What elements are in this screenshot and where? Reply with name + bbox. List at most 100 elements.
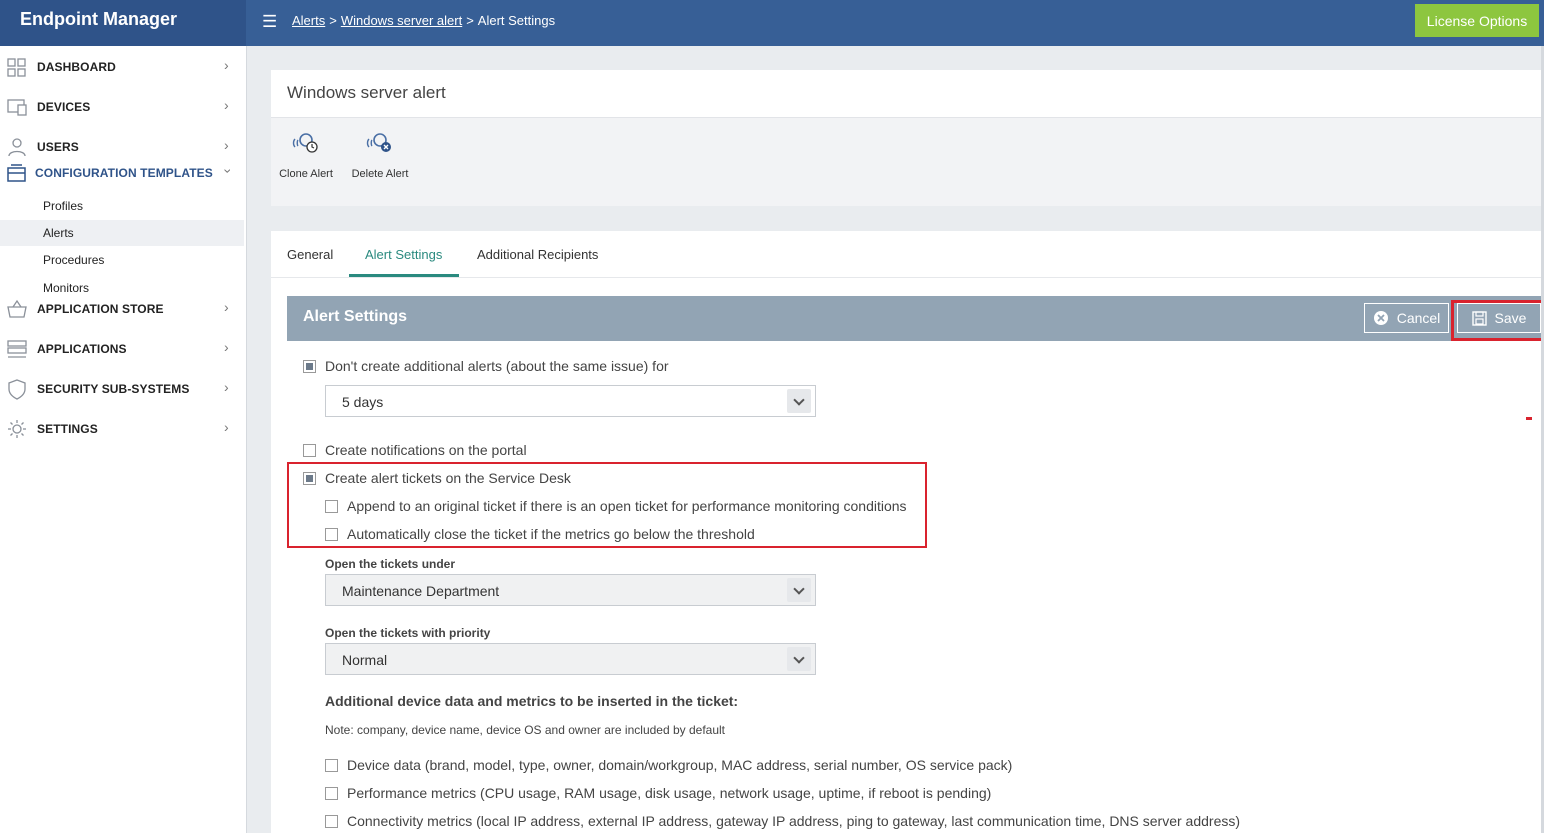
cancel-button[interactable]: Cancel bbox=[1364, 303, 1449, 333]
chevron-down-icon: › bbox=[220, 168, 237, 174]
additional-data-heading: Additional device data and metrics to be… bbox=[325, 693, 739, 709]
app-title: Endpoint Manager bbox=[0, 0, 246, 46]
sidebar-item-label: DEVICES bbox=[37, 100, 91, 114]
append-ticket-label: Append to an original ticket if there is… bbox=[347, 498, 907, 514]
clone-alert-icon bbox=[292, 133, 318, 153]
red-mark-annotation bbox=[1526, 417, 1532, 420]
breadcrumb: Alerts > Windows server alert > Alert Settin… bbox=[292, 13, 555, 28]
chevron-down-icon bbox=[787, 647, 811, 671]
service-desk-tickets-checkbox[interactable] bbox=[303, 472, 316, 485]
sidebar-item-label: APPLICATIONS bbox=[37, 342, 127, 356]
additional-data-note: Note: company, device name, device OS an… bbox=[325, 723, 726, 737]
tickets-priority-label: Open the tickets with priority bbox=[325, 626, 491, 640]
no-additional-alerts-label: Don't create additional alerts (about th… bbox=[325, 358, 669, 374]
sidebar-item-configuration-templates[interactable]: CONFIGURATION TEMPLATES › bbox=[0, 160, 246, 186]
service-desk-tickets-checkbox-row[interactable]: Create alert tickets on the Service Desk bbox=[303, 470, 603, 490]
delete-alert-button[interactable]: Delete Alert bbox=[350, 130, 410, 180]
no-additional-alerts-checkbox[interactable] bbox=[303, 360, 316, 373]
chevron-right-icon: › bbox=[224, 379, 229, 395]
sidebar-subitem-label: Profiles bbox=[43, 199, 84, 213]
connectivity-metrics-label: Connectivity metrics (local IP address, … bbox=[347, 813, 1241, 829]
alert-header-card: Windows server alert Clone Alert Delete … bbox=[271, 70, 1544, 206]
breadcrumb-separator: > bbox=[329, 13, 337, 28]
applications-icon bbox=[7, 340, 27, 358]
sidebar-subitem-label: Procedures bbox=[43, 253, 105, 267]
no-additional-alerts-checkbox-row[interactable]: Don't create additional alerts (about th… bbox=[303, 358, 723, 378]
sidebar-item-applications[interactable]: APPLICATIONS › bbox=[0, 336, 246, 362]
sidebar: DASHBOARD › DEVICES › USERS › CONFIGURAT… bbox=[0, 46, 247, 833]
breadcrumb-windows-server-alert-link[interactable]: Windows server alert bbox=[341, 13, 462, 28]
sidebar-item-devices[interactable]: DEVICES › bbox=[0, 94, 246, 120]
alert-settings-panel-header: Alert Settings Cancel Save bbox=[287, 296, 1544, 341]
portal-notifications-checkbox-row[interactable]: Create notifications on the portal bbox=[303, 442, 603, 462]
hamburger-menu-icon[interactable]: ☰ bbox=[262, 12, 277, 32]
auto-close-checkbox-row[interactable]: Automatically close the ticket if the me… bbox=[325, 526, 775, 546]
dashboard-icon bbox=[7, 58, 26, 77]
service-desk-tickets-label: Create alert tickets on the Service Desk bbox=[325, 470, 571, 486]
auto-close-checkbox[interactable] bbox=[325, 528, 338, 541]
security-shield-icon bbox=[8, 379, 26, 400]
connectivity-metrics-checkbox[interactable] bbox=[325, 815, 338, 828]
append-ticket-checkbox[interactable] bbox=[325, 500, 338, 513]
chevron-right-icon: › bbox=[224, 299, 229, 315]
portal-notifications-checkbox[interactable] bbox=[303, 444, 316, 457]
page-title: Windows server alert bbox=[287, 83, 446, 102]
tickets-priority-select[interactable]: Normal bbox=[325, 643, 816, 675]
sidebar-item-label: APPLICATION STORE bbox=[37, 302, 164, 316]
auto-close-label: Automatically close the ticket if the me… bbox=[347, 526, 755, 542]
tab-additional-recipients[interactable]: Additional Recipients bbox=[477, 247, 598, 262]
chevron-down-icon bbox=[787, 389, 811, 413]
performance-metrics-checkbox[interactable] bbox=[325, 787, 338, 800]
sidebar-subitem-alerts[interactable]: Alerts bbox=[0, 220, 244, 246]
breadcrumb-alerts-link[interactable]: Alerts bbox=[292, 13, 325, 28]
chevron-right-icon: › bbox=[224, 137, 229, 153]
license-options-button[interactable]: License Options bbox=[1415, 4, 1539, 37]
device-data-checkbox[interactable] bbox=[325, 759, 338, 772]
duration-select-value: 5 days bbox=[342, 394, 384, 410]
sidebar-item-label: SECURITY SUB-SYSTEMS bbox=[37, 382, 190, 396]
sidebar-item-application-store[interactable]: APPLICATION STORE › bbox=[0, 296, 246, 322]
top-bar: Endpoint Manager ☰ Alerts > Windows server… bbox=[0, 0, 1544, 46]
clone-alert-button[interactable]: Clone Alert bbox=[279, 130, 333, 180]
sidebar-item-label: USERS bbox=[37, 140, 79, 154]
chevron-right-icon: › bbox=[224, 97, 229, 113]
device-data-label: Device data (brand, model, type, owner, … bbox=[347, 757, 1013, 773]
performance-metrics-label: Performance metrics (CPU usage, RAM usag… bbox=[347, 785, 992, 801]
connectivity-metrics-checkbox-row[interactable]: Connectivity metrics (local IP address, … bbox=[325, 813, 1240, 833]
save-highlight-annotation bbox=[1451, 300, 1544, 341]
append-ticket-checkbox-row[interactable]: Append to an original ticket if there is… bbox=[325, 498, 915, 518]
sidebar-item-label: SETTINGS bbox=[37, 422, 98, 436]
sidebar-subitem-procedures[interactable]: Procedures bbox=[0, 247, 244, 273]
settings-gear-icon bbox=[8, 420, 26, 438]
tickets-under-select[interactable]: Maintenance Department bbox=[325, 574, 816, 606]
clone-alert-label: Clone Alert bbox=[279, 168, 333, 180]
alert-suppression-duration-select[interactable]: 5 days bbox=[325, 385, 816, 417]
tickets-under-value: Maintenance Department bbox=[342, 583, 500, 599]
tabs-divider bbox=[271, 277, 1544, 278]
performance-metrics-checkbox-row[interactable]: Performance metrics (CPU usage, RAM usag… bbox=[325, 785, 1025, 805]
tab-alert-settings[interactable]: Alert Settings bbox=[365, 247, 442, 262]
breadcrumb-current: Alert Settings bbox=[477, 13, 556, 28]
chevron-down-icon bbox=[787, 578, 811, 602]
cancel-circle-x-icon bbox=[1373, 311, 1388, 325]
device-data-checkbox-row[interactable]: Device data (brand, model, type, owner, … bbox=[325, 757, 1025, 777]
sidebar-item-label: CONFIGURATION TEMPLATES bbox=[35, 166, 213, 180]
tickets-under-label: Open the tickets under bbox=[325, 557, 456, 571]
sidebar-subitem-profiles[interactable]: Profiles bbox=[0, 193, 244, 219]
tab-general[interactable]: General bbox=[287, 247, 333, 262]
sidebar-item-dashboard[interactable]: DASHBOARD › bbox=[0, 54, 246, 80]
tickets-priority-value: Normal bbox=[342, 652, 388, 668]
alert-settings-card: General Alert Settings Additional Recipi… bbox=[271, 231, 1544, 833]
sidebar-subitem-label: Alerts bbox=[43, 226, 74, 240]
sidebar-subitem-label: Monitors bbox=[43, 281, 90, 295]
users-icon bbox=[8, 138, 26, 157]
sidebar-item-security-sub-systems[interactable]: SECURITY SUB-SYSTEMS › bbox=[0, 376, 246, 402]
sidebar-item-users[interactable]: USERS › bbox=[0, 134, 246, 160]
chevron-right-icon: › bbox=[224, 57, 229, 73]
configuration-templates-icon bbox=[7, 164, 26, 182]
panel-title: Alert Settings bbox=[303, 308, 408, 325]
delete-alert-icon bbox=[366, 133, 391, 152]
devices-icon bbox=[7, 99, 27, 116]
portal-notifications-label: Create notifications on the portal bbox=[325, 442, 527, 458]
sidebar-item-settings[interactable]: SETTINGS › bbox=[0, 416, 246, 442]
